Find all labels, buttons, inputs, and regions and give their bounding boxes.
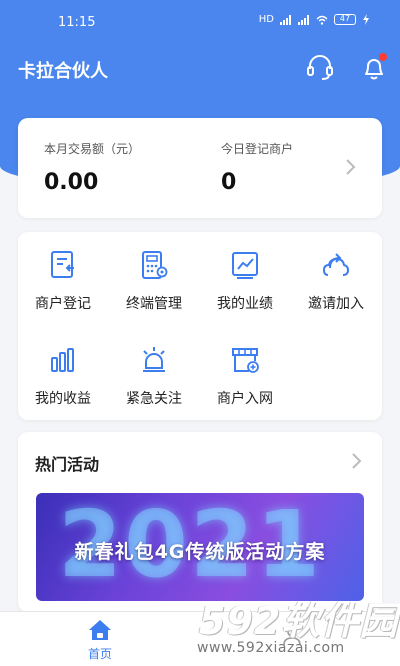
menu-item-label: 商户登记 bbox=[35, 296, 91, 312]
status-icons: HD 47 bbox=[259, 14, 370, 25]
activity-banner[interactable]: 2021 新春礼包4G传统版活动方案 bbox=[36, 493, 364, 601]
wifi-icon bbox=[316, 15, 328, 25]
hot-activities-card: 热门活动 2021 新春礼包4G传统版活动方案 bbox=[18, 432, 382, 612]
terminal-icon bbox=[142, 251, 168, 279]
stats-card[interactable]: 本月交易额（元） 0.00 今日登记商户 0 bbox=[18, 118, 382, 218]
tab-label: 首页 bbox=[87, 647, 112, 661]
customer-service-button[interactable] bbox=[305, 52, 335, 82]
menu-item-my-performance[interactable]: 我的业绩 bbox=[200, 249, 290, 313]
menu-item-label: 终端管理 bbox=[126, 296, 182, 312]
monthly-volume-value: 0.00 bbox=[44, 170, 99, 195]
monthly-volume-label: 本月交易额（元） bbox=[44, 142, 141, 156]
charging-icon bbox=[363, 14, 369, 25]
menu-grid: 商户登记 终端管理 我的业绩 邀请加入 我的收益 紧急关注 商户入网 bbox=[18, 232, 382, 420]
register-icon bbox=[51, 251, 74, 278]
home-icon bbox=[89, 620, 111, 640]
menu-item-merchant-onboarding[interactable]: 商户入网 bbox=[200, 344, 290, 408]
menu-item-label: 商户入网 bbox=[217, 391, 273, 407]
today-merchants-label: 今日登记商户 bbox=[221, 142, 294, 156]
signal-icon bbox=[280, 14, 291, 25]
store-icon bbox=[232, 348, 259, 373]
site-watermark: 592软件园 www.592xiazai.com bbox=[195, 590, 400, 666]
tab-home[interactable]: 首页 bbox=[72, 618, 128, 662]
alarm-icon bbox=[143, 347, 165, 372]
section-title: 热门活动 bbox=[35, 455, 100, 474]
watermark-url: www.592xiazai.com bbox=[197, 640, 345, 656]
banner-headline: 新春礼包4G传统版活动方案 bbox=[74, 541, 326, 563]
battery-icon: 47 bbox=[334, 14, 356, 25]
status-bar: 11:15 HD 47 bbox=[0, 0, 400, 46]
network-label: HD bbox=[258, 14, 274, 25]
notifications-button[interactable] bbox=[359, 52, 389, 82]
menu-item-my-earnings[interactable]: 我的收益 bbox=[18, 344, 108, 408]
app-title: 卡拉合伙人 bbox=[18, 61, 108, 82]
invite-icon bbox=[322, 253, 350, 276]
performance-icon bbox=[232, 252, 258, 279]
notification-badge bbox=[379, 53, 387, 61]
headset-icon bbox=[307, 55, 333, 80]
chevron-right-icon[interactable] bbox=[344, 158, 356, 176]
menu-item-register-merchant[interactable]: 商户登记 bbox=[18, 249, 108, 313]
watermark-logo: 592软件园 bbox=[199, 599, 399, 643]
menu-item-label: 紧急关注 bbox=[126, 391, 182, 407]
today-merchants-value: 0 bbox=[221, 170, 237, 195]
earnings-icon bbox=[51, 348, 74, 372]
signal-icon bbox=[298, 14, 309, 25]
chevron-right-icon[interactable] bbox=[350, 452, 362, 470]
menu-item-label: 邀请加入 bbox=[308, 296, 364, 312]
menu-item-urgent-attention[interactable]: 紧急关注 bbox=[109, 344, 199, 408]
menu-item-label: 我的收益 bbox=[35, 391, 91, 407]
status-time: 11:15 bbox=[58, 15, 96, 30]
menu-item-invite[interactable]: 邀请加入 bbox=[291, 249, 381, 313]
menu-item-terminal-management[interactable]: 终端管理 bbox=[109, 249, 199, 313]
menu-item-label: 我的业绩 bbox=[217, 296, 273, 312]
